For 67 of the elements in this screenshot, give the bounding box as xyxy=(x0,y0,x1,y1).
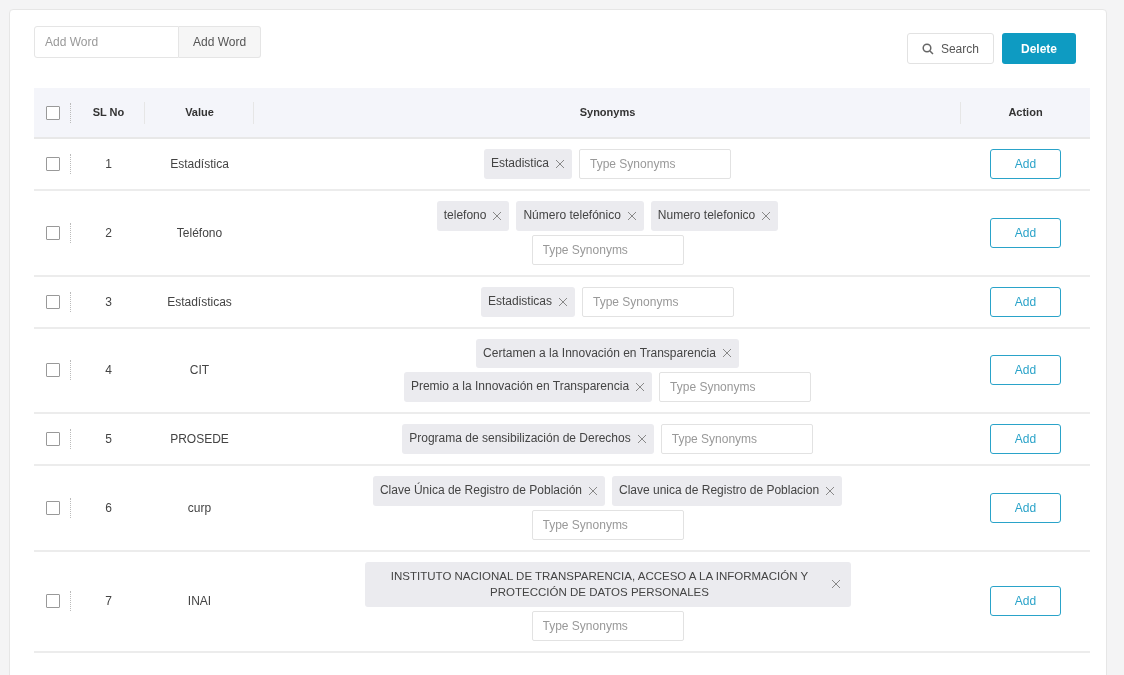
column-header: Synonyms xyxy=(579,106,636,119)
synonym-text: Estadistica xyxy=(491,156,549,172)
synonym-input[interactable]: Type Synonyms xyxy=(531,234,684,265)
close-icon[interactable] xyxy=(588,486,598,496)
add-button[interactable]: Add xyxy=(990,424,1061,455)
add-word-button[interactable]: Add Word xyxy=(179,26,262,58)
value-text: curp xyxy=(187,501,212,515)
close-icon[interactable] xyxy=(558,296,568,307)
close-icon[interactable] xyxy=(830,579,841,590)
search-icon xyxy=(921,42,934,55)
column-header: SL No xyxy=(92,106,125,119)
delete-button[interactable]: Delete xyxy=(1001,33,1076,64)
close-icon[interactable] xyxy=(492,210,503,221)
value-text: Teléfono xyxy=(176,225,223,240)
serial-number: 7 xyxy=(105,594,112,609)
synonym-text: Estadisticas xyxy=(488,293,552,310)
column-header: Action xyxy=(1008,106,1043,119)
checkbox[interactable] xyxy=(46,105,60,120)
serial-number: 3 xyxy=(105,294,112,309)
add-word-field[interactable]: Add Word xyxy=(34,26,179,58)
close-icon[interactable] xyxy=(721,348,732,359)
synonym-text: Programa de sensibilización de Derechos xyxy=(409,431,631,447)
add-button[interactable]: Add xyxy=(990,286,1061,317)
value-text: Estadísticas xyxy=(167,294,232,309)
add-button[interactable]: Add xyxy=(990,217,1061,248)
value-text: Estadística xyxy=(170,157,229,171)
close-icon[interactable] xyxy=(636,434,647,445)
checkbox[interactable] xyxy=(46,157,60,171)
synonym-input[interactable]: Type Synonyms xyxy=(659,372,812,403)
synonym-input[interactable]: Type Synonyms xyxy=(660,424,813,455)
synonym-text: Clave Única de Registro de Población xyxy=(379,483,582,499)
column-header: Value xyxy=(185,106,214,119)
synonym-text: Numero telefonico xyxy=(657,208,756,224)
synonym-text: Certamen a la Innovación en Transparencia xyxy=(483,345,716,362)
checkbox[interactable] xyxy=(46,594,60,609)
checkbox[interactable] xyxy=(46,501,60,515)
synonym-text: telefono xyxy=(443,208,487,224)
close-icon[interactable] xyxy=(626,210,637,221)
checkbox[interactable] xyxy=(46,363,60,378)
serial-number: 4 xyxy=(105,363,112,378)
checkbox[interactable] xyxy=(46,225,60,240)
search-button[interactable]: Search xyxy=(906,33,994,64)
synonym-input[interactable]: Type Synonyms xyxy=(531,509,684,540)
serial-number: 2 xyxy=(105,225,112,240)
synonym-input[interactable]: Type Synonyms xyxy=(531,611,684,642)
synonym-input[interactable]: Type Synonyms xyxy=(582,286,734,317)
close-icon[interactable] xyxy=(555,159,565,169)
close-icon[interactable] xyxy=(635,382,646,393)
synonym-text: Clave unica de Registro de Poblacion xyxy=(619,483,820,499)
close-icon[interactable] xyxy=(761,210,772,221)
add-button[interactable]: Add xyxy=(990,493,1061,523)
synonym-input[interactable]: Type Synonyms xyxy=(579,149,731,179)
checkbox[interactable] xyxy=(46,294,60,309)
add-button[interactable]: Add xyxy=(990,586,1061,617)
add-button[interactable]: Add xyxy=(990,149,1061,179)
value-text: INAI xyxy=(187,594,212,609)
synonym-text: Premio a la Innovación en Transparencia xyxy=(410,379,630,395)
serial-number: 5 xyxy=(105,432,112,447)
value-text: PROSEDE xyxy=(170,432,229,447)
synonym-text: Número telefónico xyxy=(523,208,621,224)
checkbox[interactable] xyxy=(46,432,60,447)
close-icon[interactable] xyxy=(825,486,836,496)
value-text: CIT xyxy=(189,363,210,378)
add-button[interactable]: Add xyxy=(990,355,1061,386)
serial-number: 1 xyxy=(105,157,112,171)
synonym-text: INSTITUTO NACIONAL DE TRANSPARENCIA, ACCESO A LA INFORMACIÓN Y PROTECCIÓN DE DATOS PERSONALES xyxy=(389,568,810,601)
serial-number: 6 xyxy=(105,501,112,515)
